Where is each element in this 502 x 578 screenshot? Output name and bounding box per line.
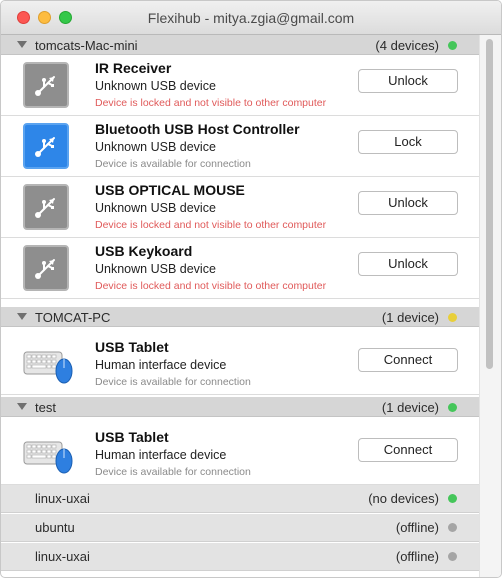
device-row: USB Tablet Human interface device Device… (1, 334, 479, 395)
device-status: Device is available for connection (95, 158, 251, 170)
offline-status-dot-icon (448, 523, 457, 532)
disclosure-triangle-icon[interactable] (17, 313, 27, 320)
usb-icon (23, 184, 69, 230)
device-row: USB Tablet Human interface device Device… (1, 424, 479, 485)
group-name: tomcats-Mac-mini (35, 38, 138, 53)
device-type: Human interface device (95, 448, 227, 462)
device-row: USB Keykoard Unknown USB device Device i… (1, 238, 479, 299)
group-device-count: (1 device) (381, 310, 439, 325)
device-type: Unknown USB device (95, 201, 216, 215)
computer-status-text: (offline) (395, 549, 439, 564)
flexihub-window: Flexihub - mitya.zgia@gmail.com tomcats-… (0, 0, 502, 578)
computer-row-linux-uxai[interactable]: linux-uxai (no devices) (1, 485, 479, 513)
device-status: Device is locked and not visible to othe… (95, 280, 327, 292)
connect-button[interactable]: Connect (358, 348, 458, 372)
window-title: Flexihub - mitya.zgia@gmail.com (147, 10, 355, 26)
device-row: USB OPTICAL MOUSE Unknown USB device Dev… (1, 177, 479, 238)
keyboard-mouse-icon (23, 431, 73, 477)
group-header-test[interactable]: test (1 device) (1, 397, 479, 417)
device-status: Device is locked and not visible to othe… (95, 219, 327, 231)
device-list: tomcats-Mac-mini (4 devices) IR Receiver… (1, 35, 491, 577)
computer-row-linux-uxai[interactable]: linux-uxai (offline) (1, 543, 479, 571)
lock-button[interactable]: Lock (358, 130, 458, 154)
group-device-count: (1 device) (381, 400, 439, 415)
usb-icon (23, 245, 69, 291)
device-name: USB Tablet (95, 339, 169, 355)
device-type: Unknown USB device (95, 79, 216, 93)
device-status: Device is available for connection (95, 466, 251, 478)
title-bar: Flexihub - mitya.zgia@gmail.com (1, 1, 501, 35)
scroll-thumb[interactable] (486, 39, 493, 369)
unlock-button[interactable]: Unlock (358, 252, 458, 276)
device-name: Bluetooth USB Host Controller (95, 121, 300, 137)
usb-icon (23, 123, 69, 169)
computer-name: linux-uxai (35, 491, 90, 506)
device-status: Device is locked and not visible to othe… (95, 97, 327, 109)
unlock-button[interactable]: Unlock (358, 69, 458, 93)
device-type: Unknown USB device (95, 140, 216, 154)
online-status-dot-icon (448, 41, 457, 50)
pending-status-dot-icon (448, 313, 457, 322)
group-device-count: (4 devices) (375, 38, 439, 53)
keyboard-mouse-icon (23, 341, 73, 387)
computer-status-text: (no devices) (368, 491, 439, 506)
unlock-button[interactable]: Unlock (358, 191, 458, 215)
device-name: USB OPTICAL MOUSE (95, 182, 245, 198)
vertical-scrollbar[interactable] (479, 35, 501, 577)
device-name: IR Receiver (95, 60, 172, 76)
usb-icon (23, 62, 69, 108)
offline-status-dot-icon (448, 552, 457, 561)
disclosure-triangle-icon[interactable] (17, 41, 27, 48)
group-name: test (35, 400, 56, 415)
computer-name: linux-uxai (35, 549, 90, 564)
group-header-tomcat-pc[interactable]: TOMCAT-PC (1 device) (1, 307, 479, 327)
device-name: USB Keykoard (95, 243, 193, 259)
group-header-tomcats-mac-mini[interactable]: tomcats-Mac-mini (4 devices) (1, 35, 479, 55)
computer-name: ubuntu (35, 520, 75, 535)
group-name: TOMCAT-PC (35, 310, 111, 325)
computer-status-text: (offline) (395, 520, 439, 535)
device-type: Human interface device (95, 358, 227, 372)
device-row: Bluetooth USB Host Controller Unknown US… (1, 116, 479, 177)
device-status: Device is available for connection (95, 376, 251, 388)
connect-button[interactable]: Connect (358, 438, 458, 462)
disclosure-triangle-icon[interactable] (17, 403, 27, 410)
online-status-dot-icon (448, 403, 457, 412)
device-type: Unknown USB device (95, 262, 216, 276)
device-row: IR Receiver Unknown USB device Device is… (1, 55, 479, 116)
online-status-dot-icon (448, 494, 457, 503)
computer-row-ubuntu[interactable]: ubuntu (offline) (1, 514, 479, 542)
device-name: USB Tablet (95, 429, 169, 445)
